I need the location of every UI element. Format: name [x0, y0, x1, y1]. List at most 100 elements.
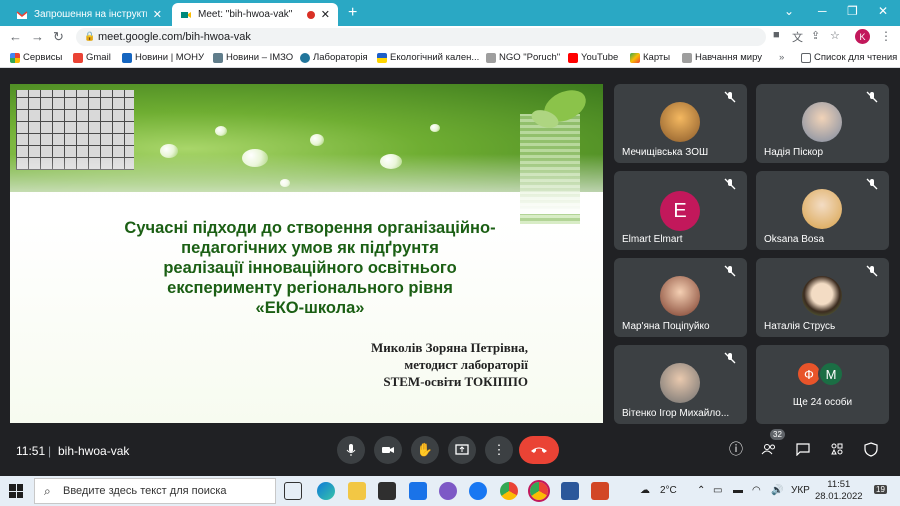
tab-search-icon[interactable]: ⌄: [784, 4, 794, 18]
participant-avatar: [660, 276, 700, 316]
mail-icon[interactable]: [409, 482, 427, 500]
info-icon: ⓘ: [729, 441, 743, 457]
network-icon[interactable]: ▭: [713, 485, 722, 496]
bookmark-eco-calendar[interactable]: Екологічний кален...: [377, 52, 479, 63]
participant-tile[interactable]: E Elmart Elmart: [614, 171, 747, 250]
participant-tile[interactable]: Мечищівська ЗОШ: [614, 84, 747, 163]
tray-overflow-icon[interactable]: ⌃: [697, 485, 705, 496]
close-window-icon[interactable]: ✕: [878, 4, 888, 18]
participant-avatar: [802, 102, 842, 142]
store-icon[interactable]: [378, 482, 396, 500]
more-options-button[interactable]: ⋮: [485, 436, 513, 464]
bookmark-ngo-poruch[interactable]: NGO "Poruch": [486, 52, 560, 63]
more-participants-tile[interactable]: Ф М Ще 24 особи: [756, 345, 889, 424]
share-icon[interactable]: ⇪: [811, 29, 820, 42]
bookmark-label: Лабораторія: [313, 52, 368, 63]
restore-window-icon[interactable]: ❐: [847, 4, 858, 18]
meeting-clock: 11:51: [16, 444, 46, 458]
camera-button[interactable]: [374, 436, 402, 464]
url-field[interactable]: 🔒 meet.google.com/bih-hwoa-vak: [76, 28, 766, 46]
activities-button[interactable]: [828, 440, 846, 458]
mic-off-icon: [724, 91, 736, 103]
bookmark-label: Сервисы: [23, 52, 63, 63]
participant-avatar: М: [818, 361, 844, 387]
viber-icon[interactable]: [439, 482, 457, 500]
bookmark-mon[interactable]: Новини | МОНУ: [122, 52, 204, 63]
bookmark-imzo[interactable]: Новини – ІМЗО: [213, 52, 293, 63]
tab-meet[interactable]: Meet: "bih-hwoa-vak" ✕: [172, 3, 338, 26]
present-screen-button[interactable]: [448, 436, 476, 464]
people-button[interactable]: [760, 440, 778, 458]
facebook-icon[interactable]: [469, 482, 487, 500]
back-icon[interactable]: ←: [9, 29, 22, 44]
notification-center-badge[interactable]: 19: [874, 485, 887, 494]
forward-icon[interactable]: →: [31, 29, 44, 44]
participant-count-badge: 32: [770, 429, 785, 440]
participant-tile[interactable]: Вітенко Ігор Михайло...: [614, 345, 747, 424]
volume-icon[interactable]: 🔊: [771, 485, 783, 496]
microphone-button[interactable]: [337, 436, 365, 464]
more-participants-avatars: Ф М: [796, 361, 844, 387]
bookmark-laboratory[interactable]: Лабораторія: [300, 52, 368, 63]
bookmark-services[interactable]: Сервисы: [10, 52, 62, 63]
minimize-window-icon[interactable]: ─: [818, 4, 827, 18]
participant-tile[interactable]: Наталія Струсь: [756, 258, 889, 337]
new-tab-button[interactable]: +: [348, 4, 357, 22]
chat-button[interactable]: [794, 440, 812, 458]
participant-tile[interactable]: Oksana Bosa: [756, 171, 889, 250]
close-tab-icon[interactable]: ✕: [321, 8, 330, 21]
participant-name: Надія Піскор: [764, 147, 824, 158]
reload-icon[interactable]: ↻: [53, 29, 64, 45]
bookmark-label: Новини | МОНУ: [135, 52, 204, 63]
task-view-icon[interactable]: [284, 482, 302, 500]
host-controls-button[interactable]: [862, 440, 880, 458]
participant-tile[interactable]: Надія Піскор: [756, 84, 889, 163]
profile-avatar[interactable]: K: [855, 29, 870, 44]
language-indicator[interactable]: УКР: [791, 485, 810, 496]
leaf-image: [531, 90, 586, 128]
camera-permission-icon[interactable]: ■: [773, 29, 780, 41]
more-bookmarks-icon[interactable]: »: [779, 52, 784, 63]
translate-icon[interactable]: 文: [792, 29, 803, 45]
tab-gmail[interactable]: Запрошення на інструктивно-м ✕: [8, 3, 170, 26]
weather-temperature[interactable]: 2°C: [660, 485, 677, 496]
hangup-icon: [531, 447, 547, 453]
bookmark-peace-education[interactable]: Навчання миру: [682, 52, 762, 63]
slide-title: Сучасні підходи до створення організацій…: [60, 218, 560, 318]
recording-indicator-icon: [306, 10, 315, 19]
close-tab-icon[interactable]: ✕: [153, 8, 162, 21]
taskbar-search-box[interactable]: ⌕ Введите здесь текст для поиска: [34, 478, 276, 504]
battery-icon[interactable]: ▬: [733, 485, 743, 496]
wifi-icon[interactable]: ◠: [752, 485, 761, 496]
browser-menu-icon[interactable]: ⋮: [880, 29, 892, 43]
activities-icon: [831, 443, 843, 455]
meeting-details-button[interactable]: ⓘ: [727, 440, 745, 458]
slide-author-line: STEM-освіти ТОКІППО: [383, 374, 528, 389]
bookmark-youtube[interactable]: YouTube: [568, 52, 618, 63]
raise-hand-button[interactable]: ✋: [411, 436, 439, 464]
taskbar-clock[interactable]: 11:51 28.01.2022: [815, 479, 863, 503]
powerpoint-icon[interactable]: [591, 482, 609, 500]
bookmark-star-icon[interactable]: ☆: [830, 29, 840, 42]
weather-icon[interactable]: ☁: [640, 485, 650, 496]
people-icon: [761, 444, 775, 455]
slide-title-line: педагогічних умов як підґрунтя: [181, 239, 439, 257]
chrome-icon[interactable]: [500, 482, 518, 500]
word-icon[interactable]: [561, 482, 579, 500]
bookmark-maps[interactable]: Карты: [630, 52, 670, 63]
mic-off-icon: [724, 352, 736, 364]
reading-list[interactable]: Список для чтения: [801, 52, 897, 63]
participant-tile[interactable]: Мар'яна Поціпуйко: [614, 258, 747, 337]
participant-name: Oksana Bosa: [764, 234, 825, 245]
imzo-icon: [213, 52, 223, 63]
chrome-profile-icon[interactable]: [528, 480, 550, 502]
address-bar-row: ← → ↻ 🔒 meet.google.com/bih-hwoa-vak ■ 文…: [0, 26, 900, 48]
participant-avatar: [660, 363, 700, 403]
windows-start-icon[interactable]: [9, 484, 23, 498]
participant-name: Elmart Elmart: [622, 234, 683, 245]
meet-icon: [180, 9, 192, 21]
leave-call-button[interactable]: [519, 436, 559, 464]
bookmark-gmail[interactable]: Gmail: [73, 52, 111, 63]
file-explorer-icon[interactable]: [348, 482, 366, 500]
edge-icon[interactable]: [317, 482, 335, 500]
